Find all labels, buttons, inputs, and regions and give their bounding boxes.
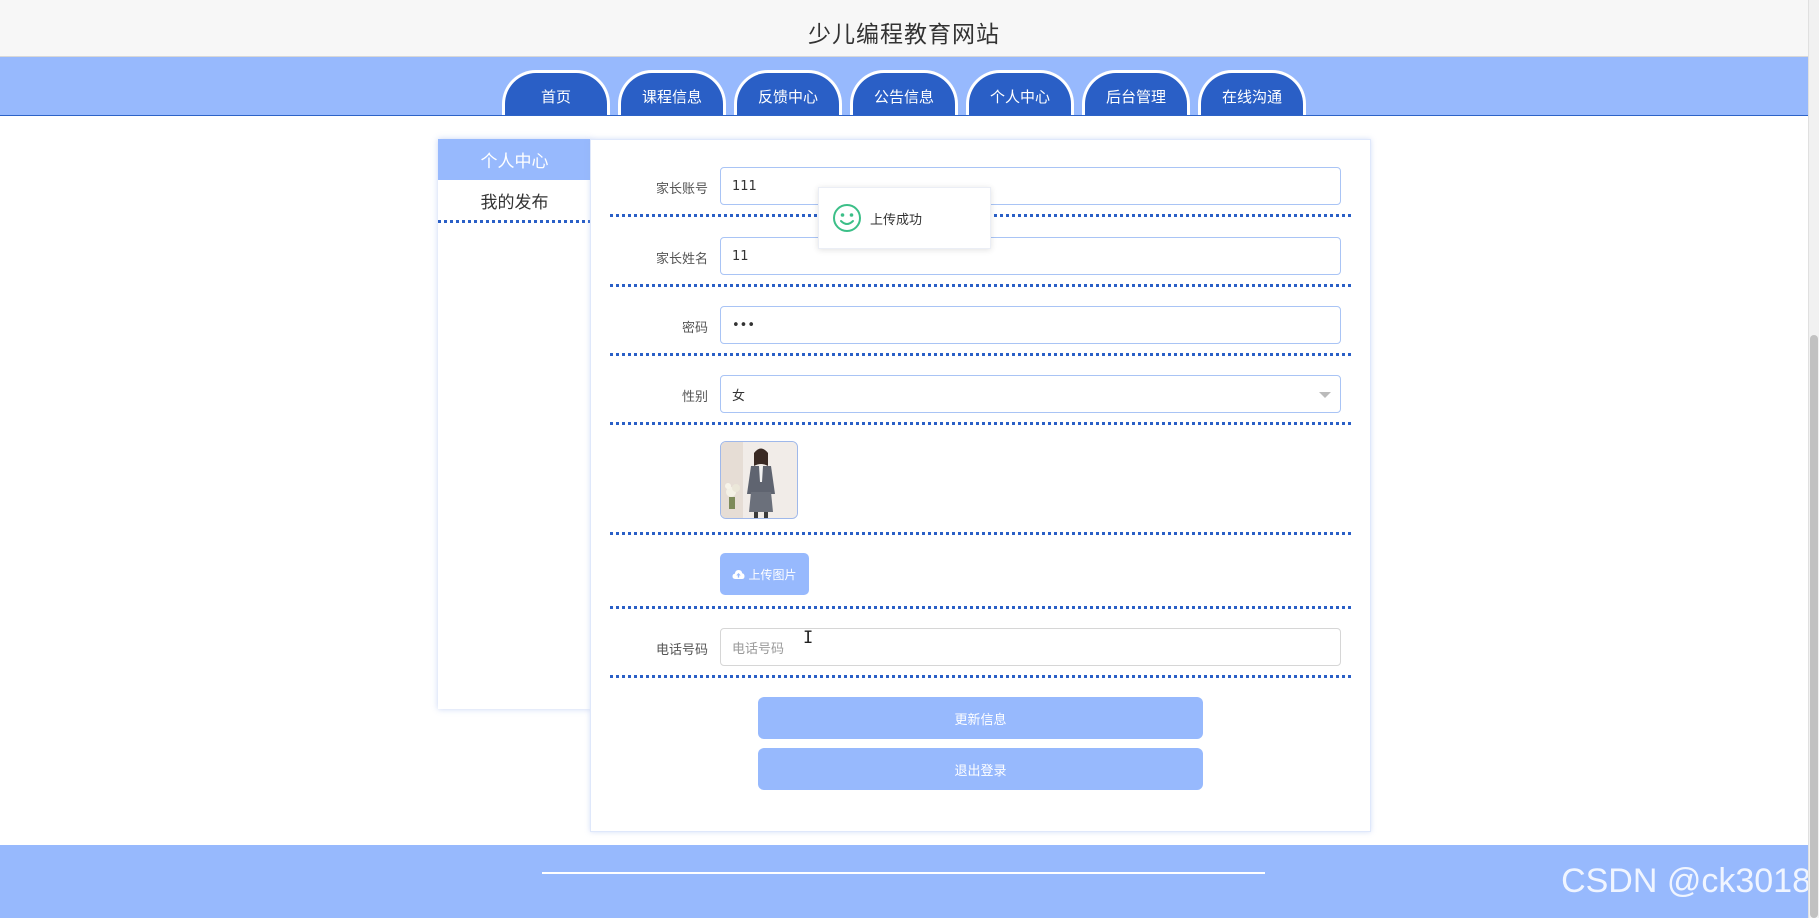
- form-row-avatar: [610, 425, 1351, 535]
- password-value: •••: [732, 317, 756, 333]
- nav-item-feedback[interactable]: 反馈中心: [734, 70, 842, 115]
- main-nav: 首页 课程信息 反馈中心 公告信息 个人中心 后台管理 在线沟通: [0, 57, 1808, 116]
- avatar-photo: [721, 442, 797, 518]
- scrollbar-thumb[interactable]: [1810, 335, 1818, 918]
- form-row-gender: 性别 女: [610, 375, 1351, 425]
- text-cursor-icon: I: [803, 628, 814, 648]
- password-input[interactable]: •••: [720, 306, 1341, 344]
- watermark: CSDN @ck3018: [1561, 862, 1811, 900]
- sidebar-title[interactable]: 个人中心: [438, 139, 591, 180]
- nav-item-courses[interactable]: 课程信息: [618, 70, 726, 115]
- nav-item-profile[interactable]: 个人中心: [966, 70, 1074, 115]
- password-label: 密码: [681, 321, 708, 336]
- form-row-password: 密码 •••: [610, 306, 1351, 356]
- form-row-phone: 电话号码 电话号码: [610, 628, 1351, 678]
- upload-button-label: 上传图片: [748, 567, 797, 582]
- smile-icon: [833, 204, 861, 232]
- sidebar-item-my-posts[interactable]: 我的发布: [438, 180, 591, 223]
- nav-item-admin[interactable]: 后台管理: [1082, 70, 1190, 115]
- nav-item-home[interactable]: 首页: [502, 70, 610, 115]
- avatar[interactable]: [720, 441, 798, 519]
- name-value: 11: [732, 248, 749, 264]
- nav-item-chat[interactable]: 在线沟通: [1198, 70, 1306, 115]
- site-footer: [0, 845, 1808, 918]
- nav-item-announcements[interactable]: 公告信息: [850, 70, 958, 115]
- gender-label: 性别: [681, 390, 708, 405]
- site-title: 少儿编程教育网站: [808, 22, 1000, 48]
- profile-sidebar: 个人中心 我的发布: [438, 139, 591, 709]
- update-info-button[interactable]: 更新信息: [758, 697, 1203, 739]
- chevron-down-icon: [1319, 392, 1331, 398]
- account-value: 111: [732, 178, 757, 194]
- gender-select[interactable]: 女: [720, 375, 1341, 413]
- footer-divider: [542, 872, 1265, 874]
- upload-image-button[interactable]: 上传图片: [720, 553, 809, 595]
- phone-placeholder: 电话号码: [732, 641, 785, 657]
- name-input[interactable]: 11: [720, 237, 1341, 275]
- account-label: 家长账号: [655, 182, 708, 197]
- site-header: 少儿编程教育网站: [0, 0, 1808, 57]
- name-label: 家长姓名: [655, 252, 708, 267]
- form-row-upload: 上传图片: [610, 535, 1351, 609]
- toast-message: 上传成功: [870, 212, 923, 228]
- cloud-upload-icon: [732, 569, 745, 579]
- upload-success-toast: 上传成功: [818, 187, 991, 249]
- nav-list: 首页 课程信息 反馈中心 公告信息 个人中心 后台管理 在线沟通: [0, 70, 1808, 115]
- gender-value: 女: [732, 388, 746, 404]
- phone-label: 电话号码: [655, 643, 708, 658]
- account-input[interactable]: 111: [720, 167, 1341, 205]
- logout-button[interactable]: 退出登录: [758, 748, 1203, 790]
